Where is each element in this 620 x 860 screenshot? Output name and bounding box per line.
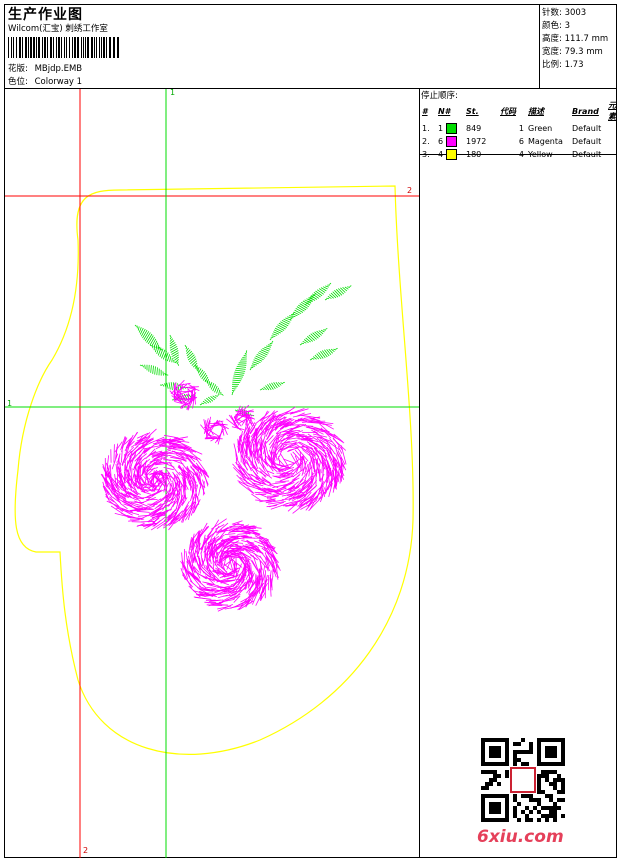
guide-label-red-right: 2 [407,186,413,195]
guide-label-red-bottom: 2 [83,846,89,855]
qr-code [481,738,565,822]
flower-stitches [100,379,347,612]
mitten-outline [14,185,414,755]
guide-label-green-top: 1 [170,88,176,97]
leaf-stitches [134,282,352,417]
watermark-logo: 6xiu.com [477,827,564,847]
guide-label-green-left: 1 [7,399,13,408]
design-canvas [5,89,419,858]
